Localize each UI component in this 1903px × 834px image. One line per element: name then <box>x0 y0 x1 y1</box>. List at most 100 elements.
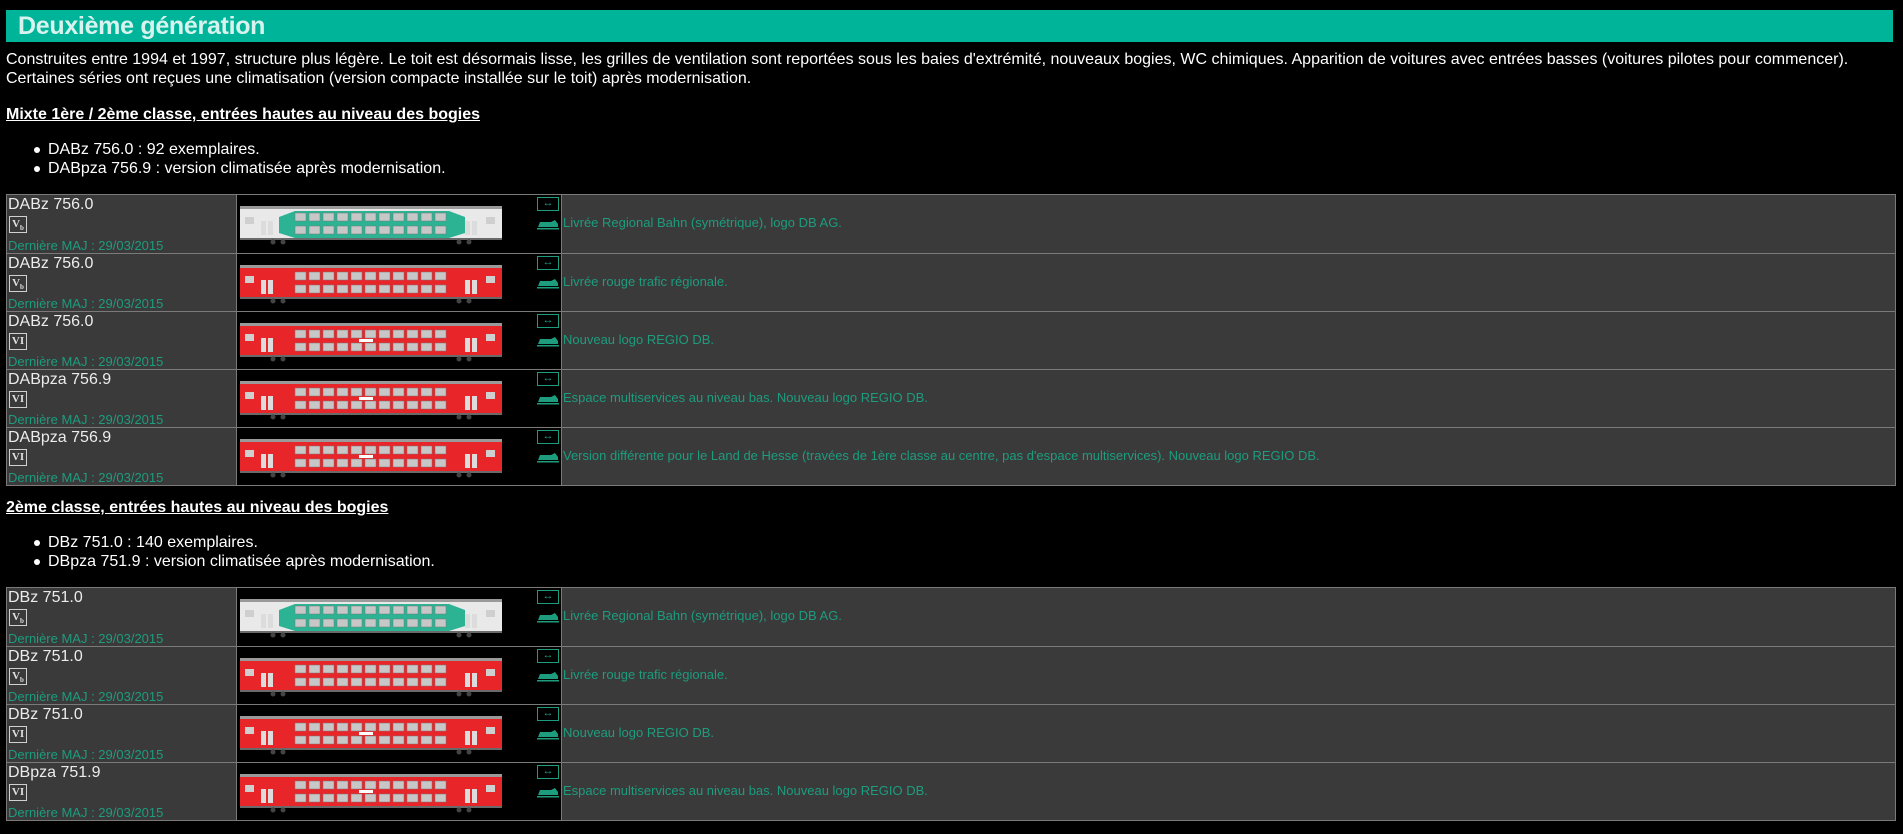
icon-column: ↔ <box>537 765 559 803</box>
epoch-badge: VI <box>9 784 27 801</box>
livery-description[interactable]: Livrée Regional Bahn (symétrique), logo … <box>563 608 842 623</box>
epoch-badge: Vb <box>9 668 27 685</box>
swap-arrows-icon[interactable]: ↔ <box>537 372 559 386</box>
coach-image-cell: ↔ <box>237 254 562 311</box>
swap-arrows-icon[interactable]: ↔ <box>537 590 559 604</box>
model-name: DABz 756.0 <box>8 196 94 213</box>
page-title: Deuxième génération <box>18 12 266 40</box>
coach-image[interactable] <box>239 657 503 697</box>
coach-image[interactable] <box>239 380 503 420</box>
last-update: Dernière MAJ : 29/03/2015 <box>8 689 164 704</box>
livery-description[interactable]: Livrée Regional Bahn (symétrique), logo … <box>563 215 842 230</box>
table-row: DABpza 756.9 VI Dernière MAJ : 29/03/2015 ↔… <box>7 427 1895 485</box>
swap-arrows-icon[interactable]: ↔ <box>537 707 559 721</box>
coach-image-cell: ↔ <box>237 370 562 427</box>
table-row: DABz 756.0 Vb Dernière MAJ : 29/03/2015 ↔ Li… <box>7 253 1895 311</box>
description-cell: Livrée Regional Bahn (symétrique), logo … <box>562 588 1895 646</box>
coach-image[interactable] <box>239 322 503 362</box>
icon-column: ↔ <box>537 256 559 294</box>
epoch-badge: VI <box>9 726 27 743</box>
epoch-badge: VI <box>9 391 27 408</box>
model-cell: DBz 751.0 Vb Dernière MAJ : 29/03/2015 <box>7 647 237 704</box>
locomotive-icon[interactable] <box>537 728 559 740</box>
model-cell: DBz 751.0 VI Dernière MAJ : 29/03/2015 <box>7 705 237 762</box>
epoch-badge: Vb <box>9 609 27 626</box>
last-update: Dernière MAJ : 29/03/2015 <box>8 805 164 820</box>
model-cell: DABz 756.0 Vb Dernière MAJ : 29/03/2015 <box>7 254 237 311</box>
last-update: Dernière MAJ : 29/03/2015 <box>8 238 164 253</box>
livery-description[interactable]: Livrée rouge trafic régionale. <box>563 274 728 289</box>
coach-image-cell: ↔ <box>237 647 562 704</box>
locomotive-icon[interactable] <box>537 335 559 347</box>
coach-image-cell: ↔ <box>237 428 562 485</box>
coach-image-cell: ↔ <box>237 588 562 646</box>
locomotive-icon[interactable] <box>537 218 559 230</box>
livery-description[interactable]: Version différente pour le Land de Hesse… <box>563 448 1320 463</box>
section-header: Deuxième génération <box>6 10 1893 42</box>
swap-arrows-icon[interactable]: ↔ <box>537 649 559 663</box>
locomotive-icon[interactable] <box>537 451 559 463</box>
livery-description[interactable]: Espace multiservices au niveau bas. Nouv… <box>563 390 928 405</box>
coach-image-cell: ↔ <box>237 705 562 762</box>
last-update: Dernière MAJ : 29/03/2015 <box>8 631 164 646</box>
livery-description[interactable]: Espace multiservices au niveau bas. Nouv… <box>563 783 928 798</box>
model-cell: DBpza 751.9 VI Dernière MAJ : 29/03/2015 <box>7 763 237 820</box>
epoch-badge: Vb <box>9 275 27 292</box>
last-update: Dernière MAJ : 29/03/2015 <box>8 470 164 485</box>
icon-column: ↔ <box>537 430 559 468</box>
swap-arrows-icon[interactable]: ↔ <box>537 197 559 211</box>
table-row: DBz 751.0 VI Dernière MAJ : 29/03/2015 ↔ Nou… <box>7 704 1895 762</box>
bullet-item: DBpza 751.9 : version climatisée après m… <box>34 553 435 570</box>
model-cell: DABpza 756.9 VI Dernière MAJ : 29/03/2015 <box>7 370 237 427</box>
model-name: DBz 751.0 <box>8 706 83 723</box>
livery-description[interactable]: Nouveau logo REGIO DB. <box>563 725 714 740</box>
description-cell: Livrée Regional Bahn (symétrique), logo … <box>562 195 1895 253</box>
bullet-item: DABz 756.0 : 92 exemplaires. <box>34 140 446 159</box>
epoch-badge: Vb <box>9 216 27 233</box>
locomotive-icon[interactable] <box>537 277 559 289</box>
swap-arrows-icon[interactable]: ↔ <box>537 430 559 444</box>
locomotive-icon[interactable] <box>537 611 559 623</box>
vehicle-table-second-class: DBz 751.0 Vb Dernière MAJ : 29/03/2015 ↔ Liv… <box>6 587 1896 821</box>
description-cell: Espace multiservices au niveau bas. Nouv… <box>562 370 1895 427</box>
coach-image[interactable] <box>239 438 503 478</box>
locomotive-icon[interactable] <box>537 393 559 405</box>
livery-description[interactable]: Nouveau logo REGIO DB. <box>563 332 714 347</box>
description-cell: Nouveau logo REGIO DB. <box>562 705 1895 762</box>
icon-column: ↔ <box>537 197 559 235</box>
coach-image[interactable] <box>239 264 503 304</box>
swap-arrows-icon[interactable]: ↔ <box>537 314 559 328</box>
locomotive-icon[interactable] <box>537 670 559 682</box>
coach-image[interactable] <box>239 773 503 813</box>
description-cell: Espace multiservices au niveau bas. Nouv… <box>562 763 1895 820</box>
table-row: DBz 751.0 Vb Dernière MAJ : 29/03/2015 ↔ Liv… <box>7 646 1895 704</box>
table-row: DBz 751.0 Vb Dernière MAJ : 29/03/2015 ↔ Liv… <box>7 588 1895 646</box>
epoch-badge: VI <box>9 333 27 350</box>
swap-arrows-icon[interactable]: ↔ <box>537 765 559 779</box>
locomotive-icon[interactable] <box>537 786 559 798</box>
icon-column: ↔ <box>537 707 559 745</box>
model-name: DABpza 756.9 <box>8 371 112 388</box>
bullet-item: DBz 751.0 : 140 exemplaires. <box>34 533 435 552</box>
description-cell: Nouveau logo REGIO DB. <box>562 312 1895 369</box>
bullet-list-mixed: DABz 756.0 : 92 exemplaires. DABpza 756.… <box>34 140 446 178</box>
table-row: DABz 756.0 VI Dernière MAJ : 29/03/2015 ↔ No… <box>7 311 1895 369</box>
intro-line-1: Construites entre 1994 et 1997, structur… <box>6 51 1849 68</box>
section-title-second-class: 2ème classe, entrées hautes au niveau de… <box>6 499 389 516</box>
icon-column: ↔ <box>537 314 559 352</box>
model-cell: DABz 756.0 VI Dernière MAJ : 29/03/2015 <box>7 312 237 369</box>
intro-text: Construites entre 1994 et 1997, structur… <box>6 50 1886 88</box>
coach-image[interactable] <box>239 598 503 638</box>
intro-line-2: Certaines séries ont reçues une climatis… <box>6 70 752 87</box>
coach-image[interactable] <box>239 715 503 755</box>
bullet-list-second-class: DBz 751.0 : 140 exemplaires. DBpza 751.9… <box>34 533 435 571</box>
model-name: DBpza 751.9 <box>8 764 101 781</box>
swap-arrows-icon[interactable]: ↔ <box>537 256 559 270</box>
table-row: DBpza 751.9 VI Dernière MAJ : 29/03/2015 ↔ E… <box>7 762 1895 820</box>
last-update: Dernière MAJ : 29/03/2015 <box>8 296 164 311</box>
section-title-mixed: Mixte 1ère / 2ème classe, entrées hautes… <box>6 106 481 123</box>
livery-description[interactable]: Livrée rouge trafic régionale. <box>563 667 728 682</box>
coach-image[interactable] <box>239 205 503 245</box>
epoch-badge: VI <box>9 449 27 466</box>
vehicle-table-mixed: DABz 756.0 Vb Dernière MAJ : 29/03/2015 ↔ Li… <box>6 194 1896 486</box>
